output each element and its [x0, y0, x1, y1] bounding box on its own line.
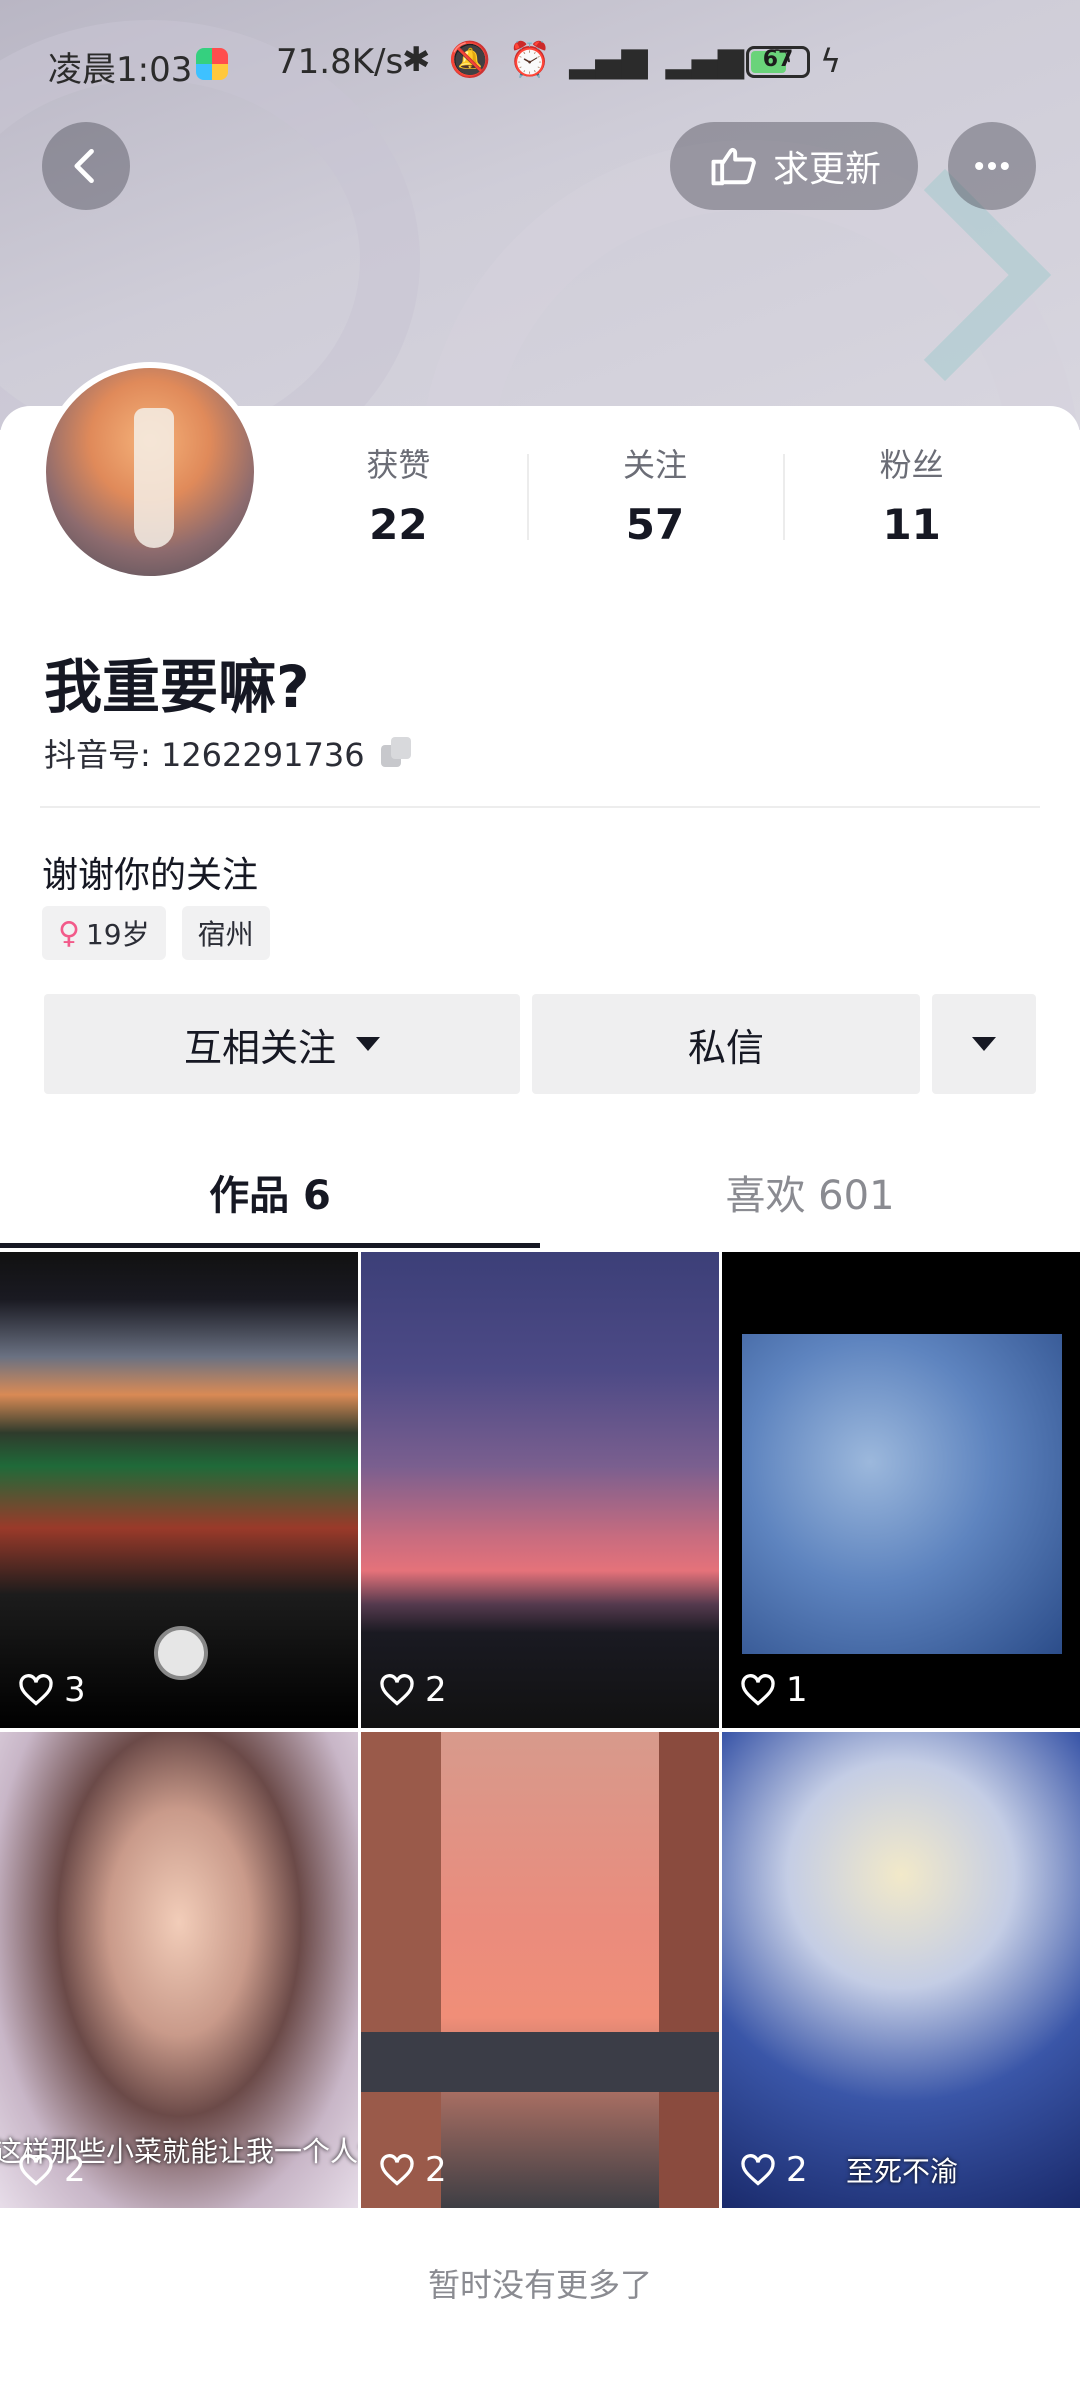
profile-bio: 谢谢你的关注 — [42, 855, 259, 896]
camera-shutter — [154, 1626, 208, 1680]
caret-down-icon — [356, 1037, 380, 1051]
content-tabs: 作品 6 喜欢 601 — [0, 1136, 1080, 1248]
video-thumbnail[interactable]: 至死不渝 2 — [722, 1732, 1080, 2208]
stat-followers[interactable]: 粉丝 11 — [783, 440, 1040, 549]
back-arrow-icon — [74, 148, 94, 184]
like-count: 2 — [379, 2150, 447, 2190]
recommend-dropdown-button[interactable] — [932, 994, 1036, 1094]
like-count-text: 2 — [64, 2150, 86, 2190]
video-grid: 3 2 1 这样那些小菜就能让我一个人包了 2 2 至死不渝 — [0, 1252, 1080, 2208]
video-thumbnail[interactable]: 2 — [361, 1252, 719, 1728]
city-tag: 宿州 — [181, 906, 270, 960]
avatar-figure — [134, 408, 174, 548]
heart-icon — [19, 2154, 53, 2186]
message-button[interactable]: 私信 — [532, 994, 920, 1094]
caret-down-icon — [972, 1037, 996, 1051]
like-count: 2 — [740, 2150, 808, 2190]
heart-icon — [741, 2154, 775, 2186]
like-count-text: 1 — [786, 1670, 808, 1710]
profile-tags: ♀ 19岁 宿州 — [42, 906, 270, 960]
status-time: 凌晨1:03 — [48, 50, 193, 90]
like-count-text: 2 — [425, 2150, 447, 2190]
request-update-button[interactable]: 求更新 — [670, 122, 918, 210]
tab-works[interactable]: 作品 6 — [0, 1136, 540, 1248]
sky-image — [742, 1334, 1062, 1654]
stat-value: 11 — [882, 500, 941, 549]
copy-icon[interactable] — [380, 737, 411, 769]
network-speed: 71.8K/s — [276, 42, 404, 82]
heart-icon — [380, 2154, 414, 2186]
like-count: 2 — [18, 2150, 86, 2190]
video-thumbnail[interactable]: 2 — [361, 1732, 719, 2208]
stat-label: 关注 — [623, 446, 688, 484]
status-icons: ✱ 🔕 ⏰ ▂▄▆ ▂▄▆ ◠ — [402, 40, 792, 80]
pointing-hand-icon — [711, 148, 756, 186]
signal-icon: ▂▄▆ — [569, 40, 648, 80]
battery-level: 67 — [762, 47, 794, 72]
mutual-follow-button[interactable]: 互相关注 — [44, 994, 520, 1094]
profile-id-text: 抖音号: 1262291736 — [44, 736, 365, 774]
alarm-icon: ⏰ — [508, 40, 552, 80]
like-count-text: 2 — [786, 2150, 808, 2190]
app-notification-icon — [196, 48, 228, 80]
mute-icon: 🔕 — [448, 40, 491, 80]
divider — [40, 806, 1040, 808]
stat-likes[interactable]: 获赞 22 — [270, 440, 527, 549]
request-update-label: 求更新 — [772, 149, 881, 190]
profile-name: 我重要嘛? — [44, 653, 310, 721]
stat-label: 粉丝 — [879, 446, 944, 484]
heart-icon — [741, 1674, 775, 1706]
video-thumbnail[interactable]: 3 — [0, 1252, 358, 1728]
bluetooth-icon: ✱ — [402, 40, 431, 80]
like-count: 3 — [18, 1670, 86, 1710]
stat-label: 获赞 — [366, 446, 431, 484]
female-icon: ♀ — [58, 915, 80, 951]
stat-value: 22 — [369, 500, 428, 549]
building-shape — [361, 1732, 441, 2208]
city-text: 宿州 — [197, 918, 254, 951]
message-label: 私信 — [687, 1025, 764, 1070]
building-shape — [659, 1732, 719, 2208]
more-button[interactable] — [948, 122, 1036, 210]
like-count-text: 2 — [425, 1670, 447, 1710]
age-text: 19岁 — [85, 918, 150, 951]
status-bar: 凌晨1:03 71.8K/s ✱ 🔕 ⏰ ▂▄▆ ▂▄▆ ◠ 67 ϟ — [0, 0, 1080, 120]
profile-id: 抖音号: 1262291736 — [44, 730, 411, 776]
video-thumbnail[interactable]: 这样那些小菜就能让我一个人包了 2 — [0, 1732, 358, 2208]
avatar[interactable] — [40, 362, 260, 582]
back-button[interactable] — [42, 122, 130, 210]
profile-stats: 获赞 22 关注 57 粉丝 11 — [270, 440, 1040, 549]
heart-icon — [19, 1674, 53, 1706]
video-caption: 至死不渝 — [846, 2155, 959, 2188]
end-of-list-text: 暂时没有更多了 — [427, 2266, 652, 2304]
stat-value: 57 — [625, 500, 685, 549]
charging-icon: ϟ — [820, 42, 842, 80]
stat-following[interactable]: 关注 57 — [526, 440, 784, 549]
age-tag: ♀ 19岁 — [42, 906, 166, 960]
profile-actions: 互相关注 私信 — [44, 994, 1036, 1094]
tab-likes[interactable]: 喜欢 601 — [540, 1136, 1080, 1248]
signal-icon: ▂▄▆ — [665, 40, 745, 80]
heart-icon — [380, 1674, 414, 1706]
video-thumbnail[interactable]: 1 — [722, 1252, 1080, 1728]
like-count: 2 — [379, 1670, 447, 1710]
follow-label: 互相关注 — [183, 1025, 336, 1070]
like-count-text: 3 — [64, 1670, 86, 1710]
like-count: 1 — [740, 1670, 808, 1710]
railing-shape — [361, 2032, 719, 2092]
more-dots-icon — [975, 161, 1009, 171]
battery-icon: 67 — [746, 46, 810, 78]
